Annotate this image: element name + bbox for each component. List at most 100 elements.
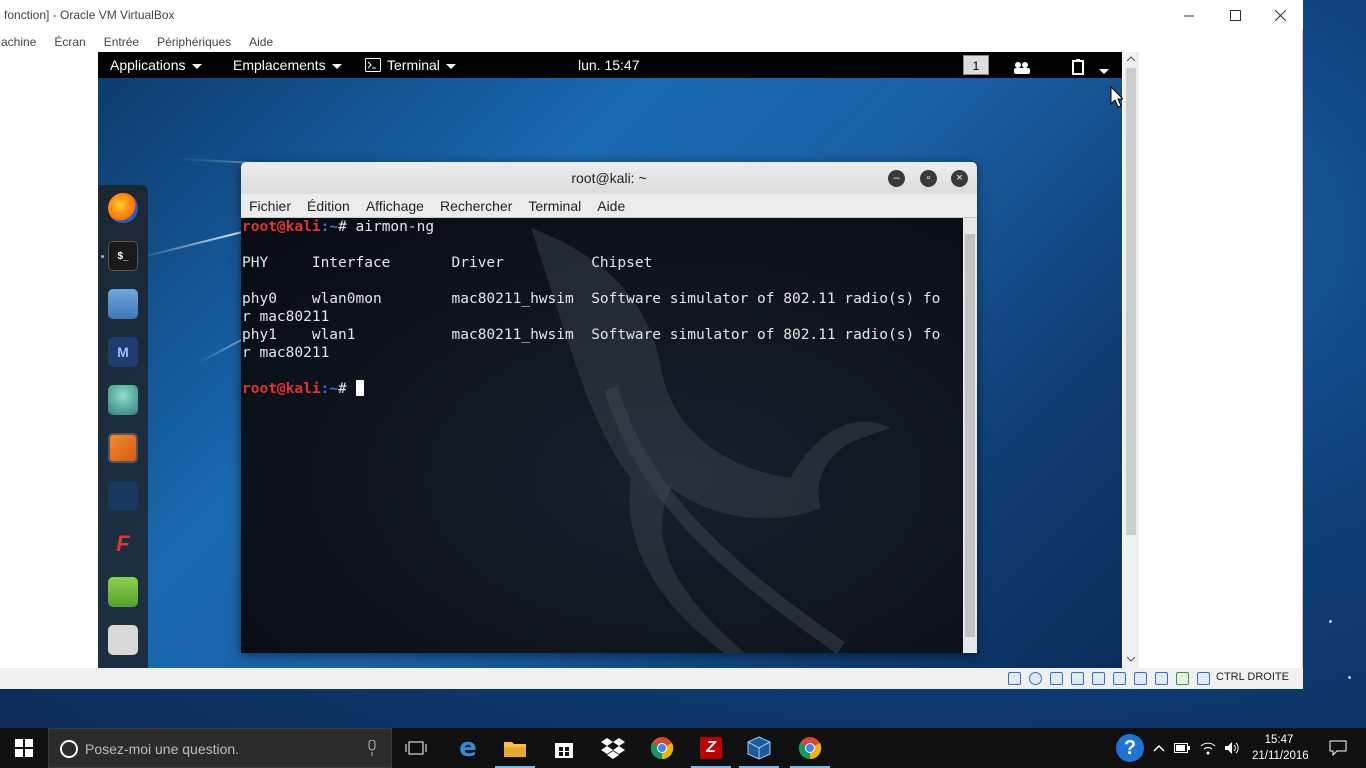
edge-icon[interactable]: e	[444, 728, 492, 768]
microphone-icon[interactable]	[367, 740, 377, 756]
chevron-down-icon	[191, 63, 202, 69]
users-icon[interactable]	[1013, 57, 1031, 74]
minimize-icon	[1183, 15, 1194, 16]
optical-drive-icon[interactable]	[1029, 672, 1042, 685]
windows-logo-icon	[15, 739, 33, 757]
windows-taskbar: Posez-moi une question. e Z ? 15:47 21/1…	[0, 728, 1366, 768]
workspace-indicator[interactable]: 1	[963, 55, 989, 75]
show-apps-icon[interactable]	[108, 625, 138, 655]
chevron-down-icon	[445, 63, 456, 69]
output-line: r mac80211	[242, 309, 330, 325]
places-menu[interactable]: Emplacements	[233, 52, 342, 78]
guest-screen[interactable]: Applications Emplacements Terminal lun. …	[98, 52, 1122, 668]
volume-icon[interactable]	[1220, 728, 1244, 768]
menu-machine[interactable]: Machine	[0, 32, 45, 52]
show-hidden-icons-icon[interactable]	[1150, 728, 1168, 768]
menu-ecran[interactable]: Écran	[45, 32, 94, 52]
menu-aide[interactable]: Aide	[589, 194, 633, 217]
wifi-icon[interactable]	[1196, 728, 1220, 768]
maximize-button[interactable]: ▫	[920, 170, 937, 187]
shared-folders-icon[interactable]	[1092, 672, 1105, 685]
clock[interactable]: lun. 15:47	[578, 52, 640, 78]
start-button[interactable]	[0, 728, 48, 768]
maximize-button[interactable]	[1212, 0, 1258, 30]
virtualbox-titlebar: fonction] - Oracle VM VirtualBox	[0, 0, 1303, 30]
system-menu[interactable]	[1071, 57, 1109, 75]
scroll-down-icon	[1127, 656, 1135, 662]
firefox-icon[interactable]	[108, 193, 138, 223]
battery-icon	[1072, 59, 1084, 75]
minimize-button[interactable]: –	[888, 170, 905, 187]
menu-fichier[interactable]: Fichier	[241, 194, 299, 217]
network-icon[interactable]	[1050, 672, 1063, 685]
chevron-down-icon	[1099, 68, 1109, 74]
menu-rechercher[interactable]: Rechercher	[432, 194, 520, 217]
desktop-sparkle	[1348, 676, 1351, 679]
terminal-titlebar[interactable]: root@kali: ~ – ▫ ×	[241, 162, 977, 194]
usb-icon[interactable]	[1071, 672, 1084, 685]
close-button[interactable]	[1257, 0, 1303, 30]
maximize-icon	[1229, 9, 1241, 21]
armitage-icon[interactable]	[108, 385, 138, 415]
output-line: r mac80211	[242, 345, 330, 361]
beef-icon[interactable]	[108, 481, 138, 511]
terminal-window: root@kali: ~ – ▫ × Fichier Édition Affic…	[241, 162, 977, 653]
command-line: root@kali:~# airmon-ng	[242, 219, 435, 235]
terminal-output[interactable]: root@kali:~# airmon-ng PHY Interface Dri…	[241, 218, 963, 653]
mouse-integration-icon[interactable]	[1176, 672, 1189, 685]
display-icon[interactable]	[1113, 672, 1126, 685]
chevron-down-icon	[331, 63, 342, 69]
filezilla-icon[interactable]: Z	[687, 728, 735, 768]
burpsuite-icon[interactable]	[108, 433, 138, 463]
clock-time: 15:47	[1264, 734, 1294, 746]
video-capture-icon[interactable]	[1134, 672, 1147, 685]
places-label: Emplacements	[233, 57, 326, 73]
menu-edition[interactable]: Édition	[299, 194, 358, 217]
task-view-icon[interactable]	[392, 728, 440, 768]
people-icon	[1014, 62, 1030, 74]
chrome-icon[interactable]	[638, 728, 686, 768]
close-button[interactable]: ×	[951, 170, 968, 187]
prompt-line[interactable]: root@kali:~#	[242, 380, 364, 398]
harddisk-icon[interactable]	[1008, 672, 1021, 685]
minimize-button[interactable]	[1166, 0, 1212, 30]
help-icon[interactable]: ?	[1110, 728, 1150, 768]
store-icon[interactable]	[540, 728, 588, 768]
window-title: fonction] - Oracle VM VirtualBox	[4, 8, 175, 22]
gnome-topbar: Applications Emplacements Terminal lun. …	[98, 52, 1122, 78]
desktop-sparkle	[1329, 620, 1332, 623]
file-explorer-icon[interactable]	[491, 728, 539, 768]
menu-peripheriques[interactable]: Périphériques	[148, 32, 240, 52]
terminal-icon[interactable]: $_	[108, 241, 138, 271]
leafpad-icon[interactable]	[108, 577, 138, 607]
favorites-dock: $_ M F	[98, 185, 148, 668]
metasploit-icon[interactable]: M	[108, 337, 138, 367]
virtualbox-statusbar: CTRL DROITE	[0, 668, 1303, 689]
taskbar-clock[interactable]: 15:47 21/11/2016	[1252, 732, 1309, 764]
faraday-icon[interactable]: F	[108, 529, 138, 559]
cpu-icon[interactable]	[1155, 672, 1168, 685]
scrollbar-thumb[interactable]	[965, 234, 975, 637]
chrome-icon-2[interactable]	[786, 728, 834, 768]
output-line: phy1 wlan1 mac80211_hwsim Software simul…	[242, 327, 941, 343]
menu-affichage[interactable]: Affichage	[358, 194, 432, 217]
output-line: phy0 wlan0mon mac80211_hwsim Software si…	[242, 291, 941, 307]
action-center-icon[interactable]	[1314, 728, 1362, 768]
keyboard-capture-icon[interactable]	[1197, 672, 1210, 685]
cortana-search-box[interactable]: Posez-moi une question.	[48, 728, 392, 768]
battery-icon[interactable]	[1170, 728, 1194, 768]
applications-menu[interactable]: Applications	[110, 52, 202, 78]
virtualbox-menubar: Machine Écran Entrée Périphériques Aide	[0, 32, 282, 52]
close-icon	[1274, 9, 1286, 21]
menu-terminal[interactable]: Terminal	[520, 194, 589, 217]
menu-aide[interactable]: Aide	[240, 32, 282, 52]
vertical-scrollbar[interactable]	[1123, 52, 1139, 668]
terminal-app-menu[interactable]: Terminal	[365, 52, 456, 78]
terminal-menubar: Fichier Édition Affichage Rechercher Ter…	[241, 194, 977, 218]
scrollbar-thumb[interactable]	[1126, 68, 1136, 535]
virtualbox-icon[interactable]	[735, 728, 783, 768]
terminal-scrollbar[interactable]	[963, 218, 977, 653]
dropbox-icon[interactable]	[589, 728, 637, 768]
files-icon[interactable]	[108, 289, 138, 319]
menu-entree[interactable]: Entrée	[95, 32, 148, 52]
